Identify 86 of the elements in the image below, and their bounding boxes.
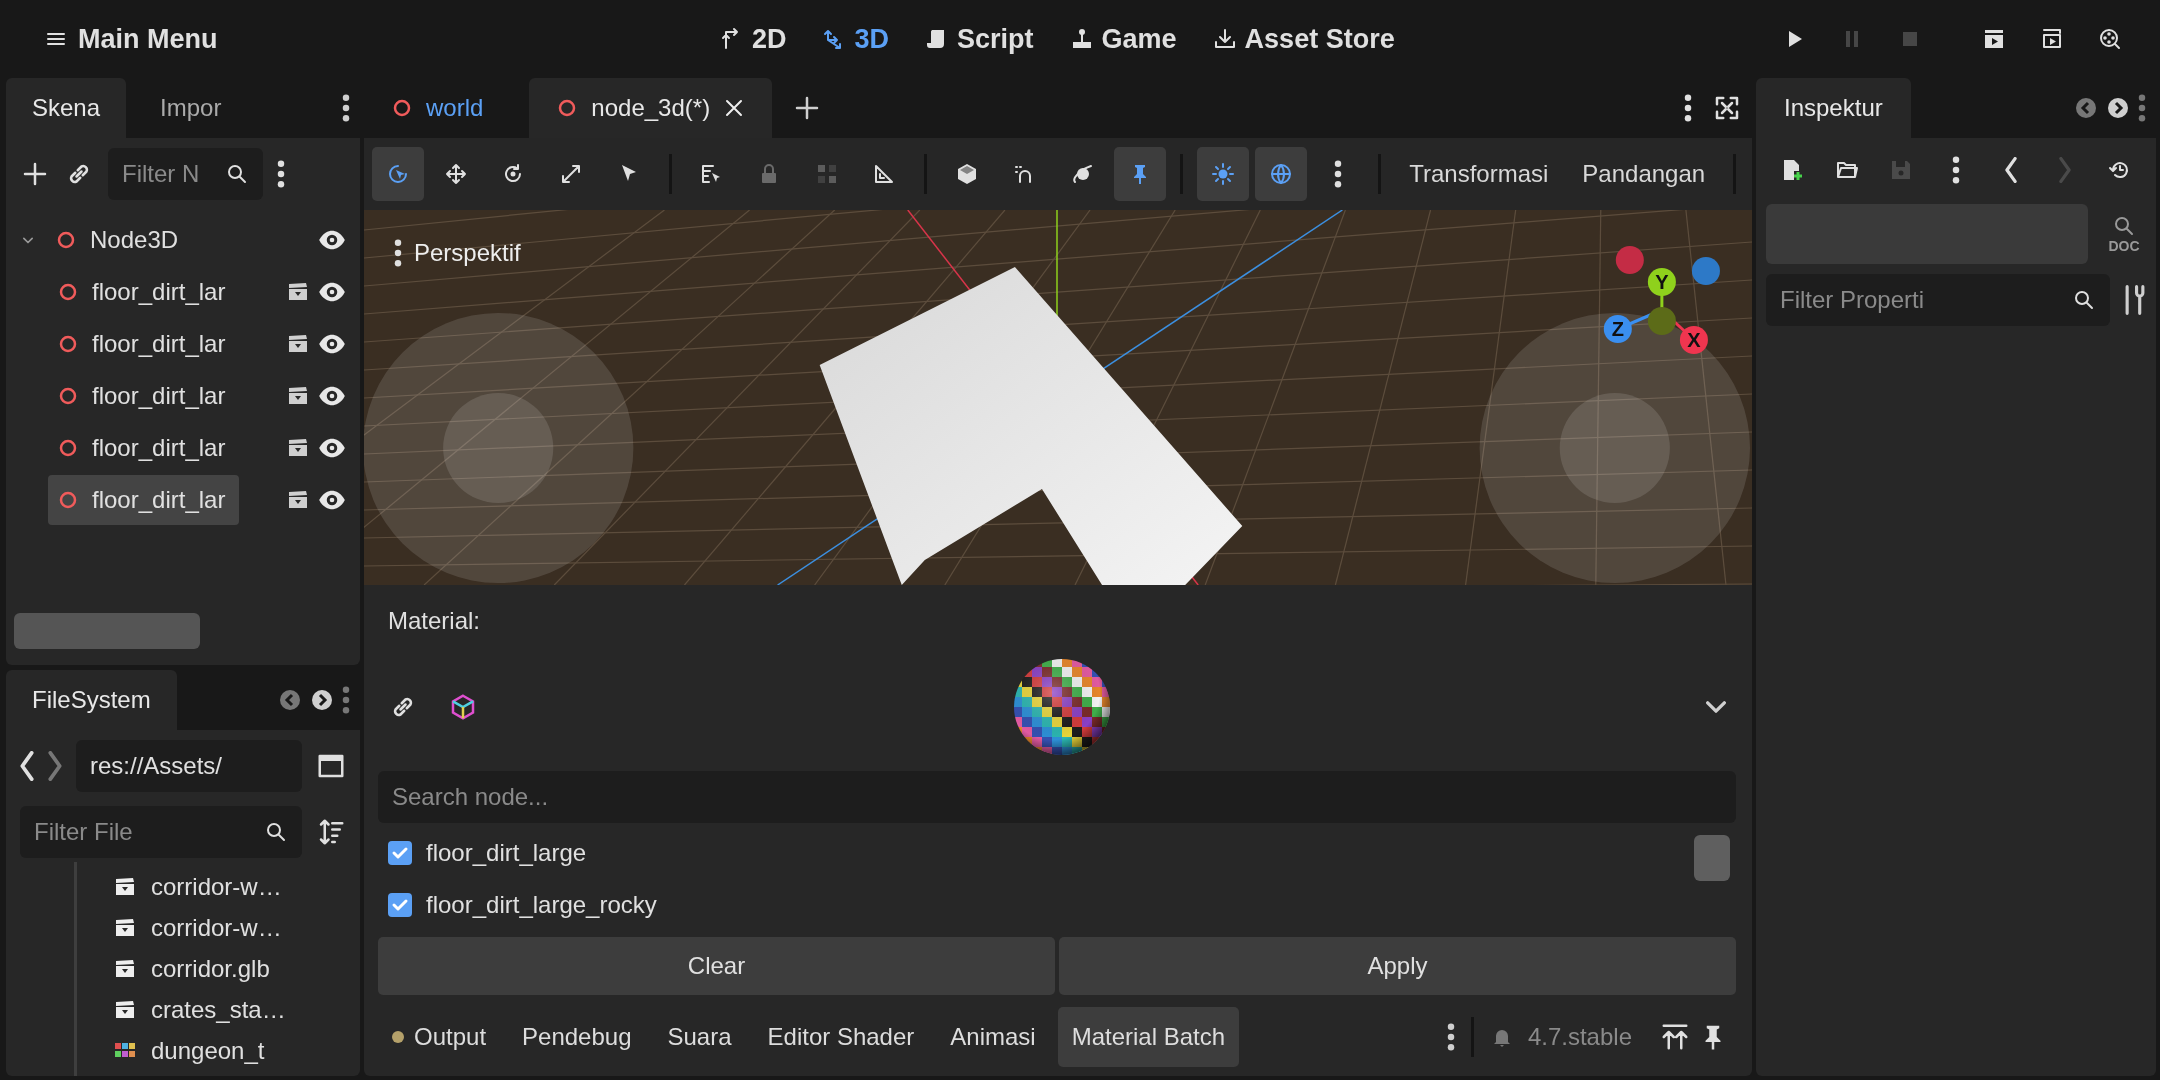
more-icon xyxy=(342,94,350,122)
download-icon xyxy=(1212,27,1237,51)
next-icon xyxy=(310,688,334,712)
tree-item[interactable]: floor_dirt_lar xyxy=(48,319,240,369)
file-item[interactable]: corridor-w… xyxy=(151,872,282,901)
docs-button[interactable]: DOC xyxy=(2102,214,2146,254)
forward-icon xyxy=(2059,157,2072,183)
dock-tab[interactable]: Impor xyxy=(134,78,248,138)
action-button[interactable]: Clear xyxy=(378,937,1055,995)
previous-icon xyxy=(2074,96,2098,120)
dock-tab[interactable]: Skena xyxy=(6,78,127,138)
filter-properties-field[interactable]: Filter Properti xyxy=(1766,274,2110,326)
expand-panel-icon xyxy=(1660,1022,1690,1052)
node-label: floor_dirt_large_rocky xyxy=(426,891,657,919)
joystick-pad[interactable] xyxy=(1479,313,1750,583)
tree-item[interactable]: floor_dirt_lar xyxy=(48,423,240,473)
film-reel-icon xyxy=(2098,27,2122,51)
checkbox[interactable] xyxy=(388,893,412,917)
workspace-tab[interactable]: 2D xyxy=(720,23,787,55)
bottom-tab[interactable]: Editor Shader xyxy=(753,1007,929,1067)
search-icon xyxy=(264,820,288,844)
workspace-tab[interactable]: Script xyxy=(925,23,1034,55)
search-node-field[interactable]: Search node... xyxy=(378,771,1736,823)
version-label: 4.7.stable xyxy=(1527,1023,1632,1051)
bottom-tab[interactable]: Suara xyxy=(653,1007,746,1067)
filter-files-field[interactable]: Filter File xyxy=(20,806,302,858)
bottom-tab[interactable]: Output xyxy=(378,1007,501,1067)
search-icon xyxy=(2112,214,2136,238)
workspace-tab[interactable]: Asset Store xyxy=(1212,23,1395,55)
node-label: floor_dirt_large xyxy=(426,839,587,867)
search-icon xyxy=(2072,288,2096,312)
move-arrows-icon xyxy=(443,162,468,186)
search-icon xyxy=(225,162,249,186)
axis-gizmo[interactable]: Y Z X xyxy=(1603,246,1720,354)
back-icon xyxy=(20,751,34,781)
more-icon xyxy=(277,160,285,188)
menu-button[interactable]: Transformasi xyxy=(1395,147,1563,201)
file-item[interactable]: corridor.glb xyxy=(151,954,270,983)
more-icon xyxy=(2138,94,2146,122)
menu-button[interactable]: Pandangan xyxy=(1568,147,1720,201)
scrollbar-thumb[interactable] xyxy=(14,613,200,649)
bottom-tab[interactable]: Pendebug xyxy=(508,1007,646,1067)
material-label: Material: xyxy=(387,607,482,636)
floor-mesh[interactable] xyxy=(819,267,1243,585)
scene-tab[interactable]: world xyxy=(364,78,510,138)
more-icon xyxy=(1951,156,1960,184)
next-icon xyxy=(2106,96,2130,120)
tools-icon xyxy=(2124,285,2146,315)
file-item[interactable]: corridor-w… xyxy=(151,913,282,942)
bottom-tab[interactable]: Material Batch xyxy=(1057,1007,1240,1067)
file-item[interactable]: dungeon_t xyxy=(151,1036,265,1065)
workspace-tab[interactable]: Game xyxy=(1069,23,1177,55)
dropdown-icon xyxy=(1706,701,1726,713)
tree-item[interactable]: Node3D xyxy=(46,215,193,265)
more-icon xyxy=(1684,94,1692,122)
back-icon xyxy=(2004,157,2017,183)
clapper-outline-play-icon xyxy=(2040,27,2064,51)
material-sphere-preview[interactable] xyxy=(1012,657,1112,757)
clapper-play-icon xyxy=(1982,27,2006,51)
main-menu-button[interactable]: Main Menu xyxy=(44,23,218,55)
planet-icon xyxy=(1070,162,1095,186)
toolbar-button[interactable] xyxy=(1254,147,1307,201)
workspace-tab[interactable]: 3D xyxy=(822,23,890,55)
dock-tab[interactable]: FileSystem xyxy=(6,670,177,730)
more-icon xyxy=(1334,160,1343,188)
path-field[interactable]: res://Assets/ xyxy=(76,740,302,792)
scene-tab[interactable]: node_3d(*) xyxy=(529,78,773,138)
file-item[interactable]: crates_sta… xyxy=(151,995,286,1024)
previous-icon xyxy=(278,688,302,712)
action-button[interactable]: Apply xyxy=(1059,937,1736,995)
view-menu-button[interactable]: Perspektif xyxy=(392,228,531,278)
tree-item[interactable]: floor_dirt_lar xyxy=(48,475,240,525)
tree-item[interactable]: floor_dirt_lar xyxy=(48,267,240,317)
dock-tab[interactable]: Inspektur xyxy=(1756,78,1911,138)
scrollbar-thumb[interactable] xyxy=(1694,835,1730,881)
more-icon xyxy=(394,239,402,267)
tree-item[interactable]: floor_dirt_lar xyxy=(48,371,240,421)
more-icon xyxy=(342,686,350,714)
bottom-tab[interactable]: Animasi xyxy=(936,1007,1050,1067)
more-icon xyxy=(1446,1023,1455,1051)
globe-icon xyxy=(1268,162,1293,186)
forward-icon xyxy=(48,751,62,781)
sun-icon xyxy=(1210,162,1235,186)
filter-nodes-field[interactable]: Filter N xyxy=(108,148,263,200)
toolbar-button[interactable] xyxy=(1114,147,1167,201)
checkbox[interactable] xyxy=(388,841,412,865)
